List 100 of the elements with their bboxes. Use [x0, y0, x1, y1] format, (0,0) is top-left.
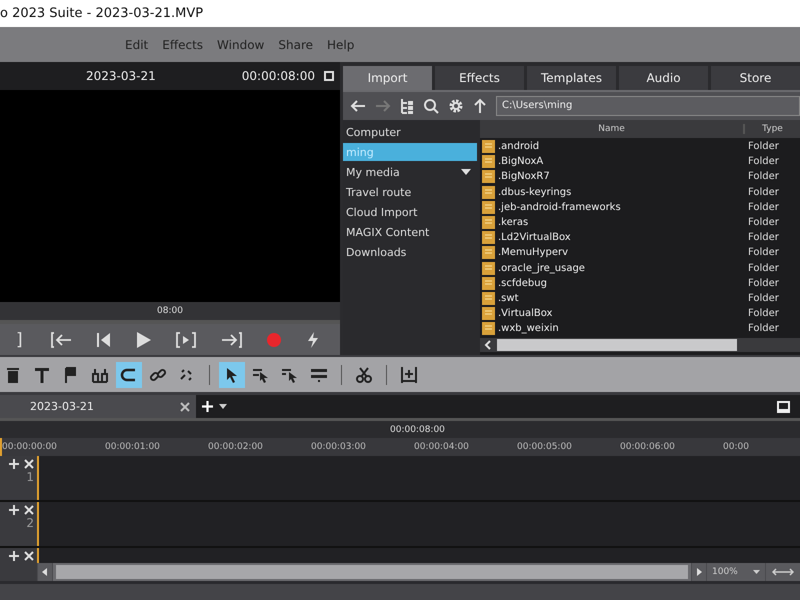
place-label: Downloads: [346, 246, 406, 258]
folder-icon: [482, 140, 495, 154]
track-number: 2: [26, 516, 34, 530]
pool-tab[interactable]: Import: [343, 66, 432, 90]
back-icon[interactable]: [350, 99, 366, 113]
timeline-tab[interactable]: 2023-03-21: [0, 395, 196, 418]
track-number: 1: [26, 470, 34, 484]
double-arrow-icon: [772, 568, 794, 576]
settings-icon[interactable]: [448, 98, 464, 114]
place-label: Cloud Import: [346, 206, 418, 218]
file-name[interactable]: .dbus-keyrings: [498, 186, 748, 198]
remove-track-icon[interactable]: [24, 459, 34, 469]
scroll-left-button[interactable]: [38, 563, 52, 581]
file-type: Folder: [748, 247, 780, 258]
file-name[interactable]: .wxb_weixin: [498, 323, 748, 334]
jump-back-icon[interactable]: [50, 332, 72, 348]
ruler-label: 00:00:05:00: [517, 442, 573, 452]
scroll-thumb[interactable]: [56, 565, 688, 579]
file-type: Folder: [748, 308, 780, 320]
add-track-icon[interactable]: [9, 505, 19, 515]
file-type: Folder: [748, 262, 780, 274]
folder-icon: [482, 155, 495, 168]
folder-icon: [482, 276, 495, 290]
column-header[interactable]: Type: [745, 124, 800, 134]
place-item[interactable]: Travel route: [343, 183, 477, 201]
file-name[interactable]: .BigNoxA: [498, 156, 748, 168]
path-field[interactable]: C:\Users\ming: [496, 96, 800, 116]
pool-tab[interactable]: Effects: [435, 66, 524, 90]
maximize-icon[interactable]: [324, 71, 334, 81]
ruler-label: 00:00:03:00: [311, 442, 367, 452]
search-icon[interactable]: [423, 98, 439, 114]
scroll-thumb[interactable]: [497, 339, 737, 351]
add-icon[interactable]: [202, 401, 213, 412]
ruler-label: 00:00:00:00: [2, 442, 58, 452]
out-point-button[interactable]: ]: [12, 330, 27, 350]
up-icon[interactable]: [473, 98, 487, 114]
file-name[interactable]: .android: [498, 141, 748, 152]
add-track-icon[interactable]: [9, 459, 19, 469]
place-item[interactable]: MAGIX Content: [343, 223, 477, 241]
menu-item[interactable]: Effects: [162, 38, 204, 52]
jump-forward-icon[interactable]: [220, 332, 242, 348]
remove-track-icon[interactable]: [24, 551, 34, 561]
file-name[interactable]: .swt: [498, 292, 748, 304]
file-name[interactable]: .MemuHyperv: [498, 247, 748, 258]
caret-icon[interactable]: [219, 404, 227, 409]
pool-tab[interactable]: Audio: [619, 66, 708, 90]
menu-item[interactable]: Edit: [125, 38, 148, 52]
place-item[interactable]: Downloads: [343, 243, 477, 261]
lightning-icon[interactable]: [306, 330, 320, 348]
scroll-left-icon[interactable]: [483, 340, 493, 350]
close-icon[interactable]: [180, 402, 190, 412]
place-item[interactable]: Cloud Import: [343, 203, 477, 221]
play-range-icon[interactable]: [176, 332, 196, 348]
folder-icon: [482, 292, 495, 305]
file-name[interactable]: .jeb-android-frameworks: [498, 202, 748, 213]
time-ruler[interactable]: 00:00:00:00 00:00:01:00 00:00:02:00 00:00:03:00 00:00:04:00 00:00:05:00 00:00:06:00 00:00: [0, 438, 800, 456]
zoom-dropdown[interactable]: 100%: [707, 563, 765, 581]
file-name[interactable]: .VirtualBox: [498, 308, 748, 320]
folder-icon: [482, 322, 495, 336]
ruler-label: 00:00: [723, 442, 750, 452]
file-name[interactable]: .oracle_jre_usage: [498, 262, 748, 274]
file-type: Folder: [748, 323, 780, 334]
file-type: Folder: [748, 141, 780, 152]
duration-label: 00:00:08:00: [242, 69, 315, 83]
pool-tab[interactable]: Store: [711, 66, 800, 90]
left-arrow-icon: [42, 568, 48, 576]
file-name[interactable]: .scfdebug: [498, 278, 748, 289]
menu-item[interactable]: Window: [217, 38, 264, 52]
folder-icon: [482, 262, 495, 275]
fit-button[interactable]: [766, 563, 800, 581]
file-type: Folder: [748, 232, 780, 244]
project-date: 2023-03-21: [86, 69, 156, 83]
menu-item[interactable]: Share: [278, 38, 314, 52]
folder-icon: [482, 186, 495, 199]
window-title: o 2023 Suite - 2023-03-21.MVP: [0, 6, 204, 21]
tool-button[interactable]: [219, 362, 245, 388]
maximize-icon[interactable]: [777, 400, 790, 412]
file-name[interactable]: .Ld2VirtualBox: [498, 232, 748, 244]
place-item[interactable]: My media: [343, 163, 477, 181]
tree-icon[interactable]: [400, 98, 414, 114]
pool-tab[interactable]: Templates: [527, 66, 616, 90]
folder-icon: [482, 246, 495, 260]
file-name[interactable]: .BigNoxR7: [498, 171, 748, 182]
ruler-label: 00:00:02:00: [208, 442, 264, 452]
menu-item[interactable]: Help: [327, 38, 354, 52]
folder-icon: [482, 200, 495, 214]
remove-track-icon[interactable]: [24, 505, 34, 515]
scroll-right-button[interactable]: [692, 563, 706, 581]
add-track-icon[interactable]: [9, 551, 19, 561]
previous-icon[interactable]: [96, 332, 112, 348]
ruler-label: 00:00:01:00: [105, 442, 161, 452]
column-header[interactable]: Name: [480, 124, 745, 134]
right-arrow-icon: [696, 568, 702, 576]
play-icon[interactable]: [136, 330, 152, 348]
file-type: Folder: [748, 186, 780, 198]
dropdown-icon[interactable]: [461, 169, 471, 175]
file-name[interactable]: .keras: [498, 217, 748, 228]
caret-icon: [753, 570, 760, 574]
place-item[interactable]: Computer: [343, 123, 477, 141]
tool-button[interactable]: [116, 362, 142, 388]
